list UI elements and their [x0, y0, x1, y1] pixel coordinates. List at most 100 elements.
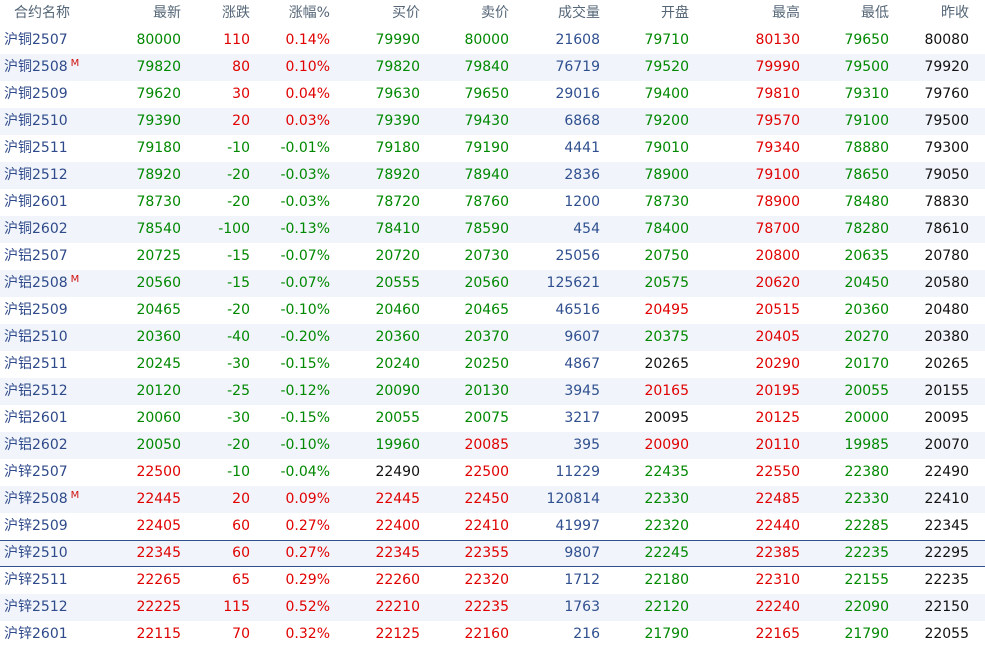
bid-price: 22260: [375, 572, 420, 588]
bid-price: 79390: [375, 113, 420, 129]
high-price: 79810: [755, 86, 800, 102]
table-row[interactable]: 沪铝2510 20360 -40 -0.20% 20360 20370 9607 20375 2…: [0, 324, 985, 351]
table-row[interactable]: 沪铝2602 20050 -20 -0.10% 19960 20085 395 20090 20…: [0, 432, 985, 459]
table-row[interactable]: 沪铜2601 78730 -20 -0.03% 78720 78760 1200 78730 7…: [0, 189, 985, 216]
table-row[interactable]: 沪锌2511 22265 65 0.29% 22260 22320 1712 22180 223…: [0, 567, 985, 594]
low-price: 22155: [844, 572, 889, 588]
high-price: 22310: [755, 572, 800, 588]
contract-name: 沪铜2507: [4, 27, 124, 54]
volume: 395: [573, 437, 600, 453]
ask-price: 80000: [464, 32, 509, 48]
bid-price: 78920: [375, 167, 420, 183]
header-last[interactable]: 最新: [153, 0, 181, 26]
low-price: 22090: [844, 599, 889, 615]
header-ask[interactable]: 卖价: [481, 0, 509, 26]
high-price: 20110: [755, 437, 800, 453]
table-row[interactable]: 沪锌2507 22500 -10 -0.04% 22490 22500 11229 22435…: [0, 459, 985, 486]
high-price: 22485: [755, 491, 800, 507]
volume: 11229: [555, 464, 600, 480]
change: -40: [227, 329, 250, 345]
change: -100: [218, 221, 250, 237]
prev-close: 20580: [924, 275, 969, 291]
prev-close: 20380: [924, 329, 969, 345]
last-price: 80000: [136, 32, 181, 48]
header-open[interactable]: 开盘: [661, 0, 689, 26]
contract-name-text: 沪锌2510: [4, 545, 68, 561]
contract-name: 沪铝2507: [4, 243, 124, 270]
volume: 2836: [564, 167, 600, 183]
contract-name: 沪铜2508 M: [4, 54, 124, 82]
table-row[interactable]: 沪铝2507 20725 -15 -0.07% 20720 20730 25056 20750…: [0, 243, 985, 270]
prev-close: 22345: [924, 518, 969, 534]
high-price: 20405: [755, 329, 800, 345]
volume: 41997: [555, 518, 600, 534]
prev-close: 78830: [924, 194, 969, 210]
ask-price: 20730: [464, 248, 509, 264]
header-high[interactable]: 最高: [772, 0, 800, 26]
table-row[interactable]: 沪铝2509 20465 -20 -0.10% 20460 20465 46516 20495…: [0, 297, 985, 324]
volume: 9807: [564, 545, 600, 561]
table-row[interactable]: 沪铜2509 79620 30 0.04% 79630 79650 29016 79400 79…: [0, 81, 985, 108]
low-price: 20270: [844, 329, 889, 345]
change-pct: 0.04%: [285, 86, 330, 102]
change: 115: [223, 599, 250, 615]
contract-name-text: 沪铝2601: [4, 410, 68, 426]
main-contract-badge: M: [70, 490, 80, 501]
low-price: 79310: [844, 86, 889, 102]
table-row[interactable]: 沪铜2511 79180 -10 -0.01% 79180 79190 4441 79010 7…: [0, 135, 985, 162]
last-price: 22225: [136, 599, 181, 615]
header-volume[interactable]: 成交量: [558, 0, 600, 26]
table-row[interactable]: 沪锌2509 22405 60 0.27% 22400 22410 41997 22320 22…: [0, 513, 985, 540]
table-row[interactable]: 沪锌2601 22115 70 0.32% 22125 22160 216 21790 2216…: [0, 621, 985, 648]
last-price: 22405: [136, 518, 181, 534]
high-price: 78900: [755, 194, 800, 210]
change: 70: [232, 626, 250, 642]
ask-price: 22410: [464, 518, 509, 534]
contract-name: 沪铝2511: [4, 351, 124, 378]
last-price: 22345: [136, 545, 181, 561]
table-row[interactable]: 沪铝2508 M 20560 -15 -0.07% 20555 20560 125621 205…: [0, 270, 985, 297]
high-price: 22165: [755, 626, 800, 642]
ask-price: 20560: [464, 275, 509, 291]
low-price: 78280: [844, 221, 889, 237]
contract-name-text: 沪锌2512: [4, 599, 68, 615]
bid-price: 20460: [375, 302, 420, 318]
table-row[interactable]: 沪锌2510 22345 60 0.27% 22345 22355 9807 22245 223…: [0, 540, 985, 567]
contract-name: 沪锌2508 M: [4, 486, 124, 514]
bid-price: 22125: [375, 626, 420, 642]
header-prev-close[interactable]: 昨收: [941, 0, 969, 26]
high-price: 78700: [755, 221, 800, 237]
change: 30: [232, 86, 250, 102]
table-row[interactable]: 沪铜2508 M 79820 80 0.10% 79820 79840 76719 79520 7…: [0, 54, 985, 81]
volume: 120814: [546, 491, 600, 507]
table-row[interactable]: 沪铜2602 78540 -100 -0.13% 78410 78590 454 78400 7…: [0, 216, 985, 243]
table-row[interactable]: 沪铝2511 20245 -30 -0.15% 20240 20250 4867 20265 2…: [0, 351, 985, 378]
bid-price: 20720: [375, 248, 420, 264]
contract-name: 沪锌2507: [4, 459, 124, 486]
table-row[interactable]: 沪铜2512 78920 -20 -0.03% 78920 78940 2836 78900 7…: [0, 162, 985, 189]
contract-name: 沪铝2508 M: [4, 270, 124, 298]
table-row[interactable]: 沪铜2507 80000 110 0.14% 79990 80000 21608 79710 8…: [0, 27, 985, 54]
header-contract-name[interactable]: 合约名称: [14, 0, 134, 26]
last-price: 22445: [136, 491, 181, 507]
open-price: 20750: [644, 248, 689, 264]
open-price: 78900: [644, 167, 689, 183]
high-price: 22385: [755, 545, 800, 561]
high-price: 79100: [755, 167, 800, 183]
high-price: 20195: [755, 383, 800, 399]
header-bid[interactable]: 买价: [392, 0, 420, 26]
header-change[interactable]: 涨跌: [222, 0, 250, 26]
table-row[interactable]: 沪锌2508 M 22445 20 0.09% 22445 22450 120814 22330…: [0, 486, 985, 513]
high-price: 22440: [755, 518, 800, 534]
table-row[interactable]: 沪锌2512 22225 115 0.52% 22210 22235 1763 22120 22…: [0, 594, 985, 621]
change: -20: [227, 194, 250, 210]
header-change-pct[interactable]: 涨幅%: [289, 0, 330, 26]
bid-price: 79820: [375, 59, 420, 75]
header-low[interactable]: 最低: [861, 0, 889, 26]
table-row[interactable]: 沪铝2512 20120 -25 -0.12% 20090 20130 3945 20165 2…: [0, 378, 985, 405]
table-row[interactable]: 沪铝2601 20060 -30 -0.15% 20055 20075 3217 20095 2…: [0, 405, 985, 432]
last-price: 20560: [136, 275, 181, 291]
prev-close: 20480: [924, 302, 969, 318]
ask-price: 79840: [464, 59, 509, 75]
table-row[interactable]: 沪铜2510 79390 20 0.03% 79390 79430 6868 79200 795…: [0, 108, 985, 135]
